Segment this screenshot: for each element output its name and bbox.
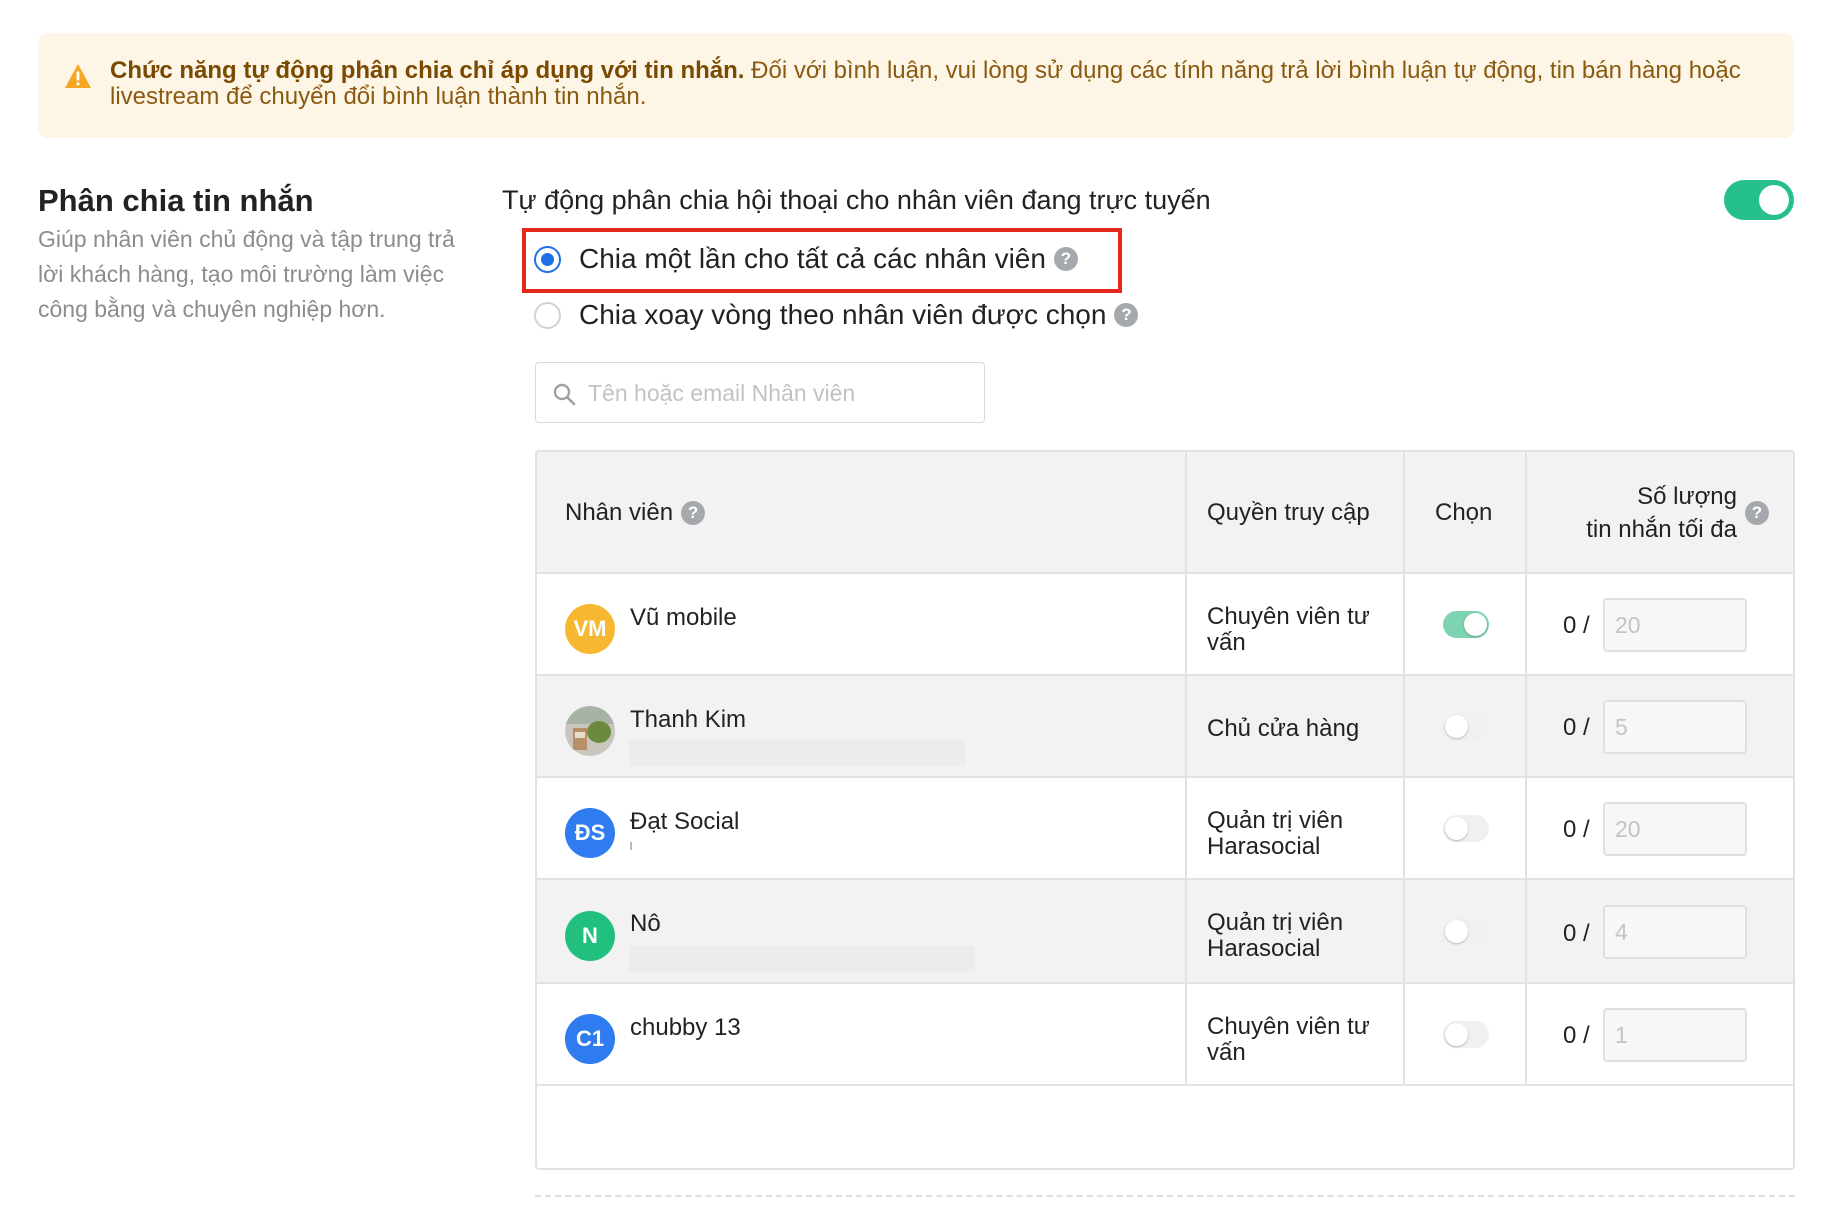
employee-role: Chuyên viên tư vấn: [1207, 1013, 1370, 1066]
header-select-label: Chọn: [1435, 499, 1493, 526]
toggle-knob: [1759, 185, 1789, 215]
max-cell: 0 / 20: [1527, 574, 1793, 674]
select-cell: [1405, 984, 1527, 1084]
max-messages-input[interactable]: 5: [1603, 700, 1747, 754]
max-cell: 0 / 1: [1527, 984, 1793, 1084]
avatar: [565, 706, 615, 756]
mode-option-round-robin[interactable]: Chia xoay vòng theo nhân viên được chọn …: [534, 299, 1139, 331]
max-cell: 0 / 4: [1527, 880, 1793, 982]
header-cell-select: Chọn: [1405, 452, 1527, 572]
message-count: 0 /: [1563, 1022, 1590, 1049]
message-count: 0 /: [1563, 612, 1590, 639]
section-title: Phân chia tin nhắn: [38, 183, 314, 218]
employee-cell: VM Vũ mobile: [537, 574, 1187, 674]
table-row: Thanh Kim Chủ cửa hàng 0 / 5: [537, 676, 1793, 778]
employee-cell: Thanh Kim: [537, 676, 1187, 776]
access-cell: Chuyên viên tư vấn: [1187, 984, 1405, 1084]
table-row: N Nô Quản trị viên Harasocial 0 / 4: [537, 880, 1793, 984]
employee-email-redacted: [629, 946, 975, 972]
warning-icon: [65, 64, 91, 88]
message-count: 0 /: [1563, 920, 1590, 947]
mode-option-label: Chia một lần cho tất cả các nhân viên: [579, 243, 1046, 274]
select-cell: [1405, 880, 1527, 982]
employee-name: Thanh Kim: [630, 706, 747, 733]
avatar: N: [565, 911, 615, 961]
warning-text: Chức năng tự động phân chia chỉ áp dụng …: [110, 58, 1774, 110]
employee-role: Quản trị viên Harasocial: [1207, 807, 1344, 860]
help-icon[interactable]: ?: [1053, 247, 1078, 271]
header-cell-employee: Nhân viên?: [537, 452, 1187, 572]
mode-option-label: Chia xoay vòng theo nhân viên được chọn: [579, 299, 1107, 330]
toggle-knob: [1445, 1023, 1468, 1046]
message-count: 0 /: [1563, 714, 1590, 741]
max-cell: 0 / 20: [1527, 778, 1793, 878]
toggle-knob: [1445, 715, 1468, 738]
max-messages-input[interactable]: 20: [1603, 598, 1747, 652]
employee-email-redacted: [629, 740, 965, 766]
avatar: C1: [565, 1014, 615, 1064]
select-cell: [1405, 778, 1527, 878]
table-row: VM Vũ mobile Chuyên viên tư vấn 0 / 20: [537, 574, 1793, 676]
help-icon[interactable]: ?: [1745, 501, 1769, 525]
access-cell: Chuyên viên tư vấn: [1187, 574, 1405, 674]
employee-cell: ĐS Đạt Social: [537, 778, 1187, 878]
max-messages-input[interactable]: 4: [1603, 905, 1747, 959]
access-cell: Chủ cửa hàng: [1187, 676, 1405, 776]
select-toggle[interactable]: [1443, 611, 1489, 638]
radio-button-checked[interactable]: [534, 245, 561, 273]
header-max-line1: Số lượng: [1637, 483, 1737, 510]
access-cell: Quản trị viên Harasocial: [1187, 880, 1405, 982]
avatar: ĐS: [565, 808, 615, 858]
header-max-line2: tin nhắn tối đa: [1586, 516, 1737, 543]
employee-role: Chuyên viên tư vấn: [1207, 603, 1370, 656]
divider: [535, 1195, 1795, 1197]
employee-table: Nhân viên? Quyền truy cập Chọn Số lượng t…: [535, 450, 1795, 1170]
header-cell-access: Quyền truy cập: [1187, 452, 1405, 572]
mode-option-once-all[interactable]: Chia một lần cho tất cả các nhân viên ?: [534, 243, 1078, 275]
search-icon: [553, 383, 576, 406]
employee-role: Chủ cửa hàng: [1207, 715, 1360, 742]
help-icon[interactable]: ?: [681, 501, 706, 525]
header-employee-label: Nhân viên: [565, 499, 674, 526]
toggle-knob: [1445, 817, 1468, 840]
toggle-knob: [1464, 613, 1487, 636]
table-row: ĐS Đạt Social Quản trị viên Harasocial 0…: [537, 778, 1793, 880]
header-cell-max: Số lượng tin nhắn tối đa ?: [1527, 452, 1793, 572]
employee-cell: N Nô: [537, 880, 1187, 982]
message-count: 0 /: [1563, 816, 1590, 843]
select-cell: [1405, 676, 1527, 776]
employee-name: chubby 13: [630, 1014, 741, 1041]
max-messages-input[interactable]: 1: [1603, 1008, 1747, 1062]
warning-banner: Chức năng tự động phân chia chỉ áp dụng …: [38, 33, 1794, 138]
access-cell: Quản trị viên Harasocial: [1187, 778, 1405, 878]
header-access-label: Quyền truy cập: [1207, 499, 1370, 526]
employee-name: Vũ mobile: [630, 604, 737, 631]
employee-search: [535, 362, 985, 423]
avatar: VM: [565, 604, 615, 654]
employee-email-redacted: [630, 842, 632, 850]
radio-button[interactable]: [534, 301, 561, 329]
select-cell: [1405, 574, 1527, 674]
select-toggle[interactable]: [1443, 815, 1489, 842]
search-input[interactable]: [588, 373, 968, 413]
select-toggle[interactable]: [1443, 713, 1489, 740]
max-cell: 0 / 5: [1527, 676, 1793, 776]
select-toggle[interactable]: [1443, 918, 1489, 945]
employee-cell: C1 chubby 13: [537, 984, 1187, 1084]
auto-assign-label: Tự động phân chia hội thoại cho nhân viê…: [502, 185, 1211, 215]
help-icon[interactable]: ?: [1114, 303, 1139, 327]
auto-assign-toggle[interactable]: [1724, 180, 1794, 220]
employee-name: Đạt Social: [630, 808, 740, 835]
employee-role: Quản trị viên Harasocial: [1207, 909, 1344, 962]
toggle-knob: [1445, 920, 1468, 943]
table-row: C1 chubby 13 Chuyên viên tư vấn 0 / 1: [537, 984, 1793, 1086]
max-messages-input[interactable]: 20: [1603, 802, 1747, 856]
section-description: Giúp nhân viên chủ động và tập trung trả…: [38, 226, 455, 322]
select-toggle[interactable]: [1443, 1021, 1489, 1048]
warning-bold-text: Chức năng tự động phân chia chỉ áp dụng …: [110, 57, 745, 84]
employee-name: Nô: [630, 910, 661, 937]
table-header: Nhân viên? Quyền truy cập Chọn Số lượng t…: [537, 452, 1793, 574]
